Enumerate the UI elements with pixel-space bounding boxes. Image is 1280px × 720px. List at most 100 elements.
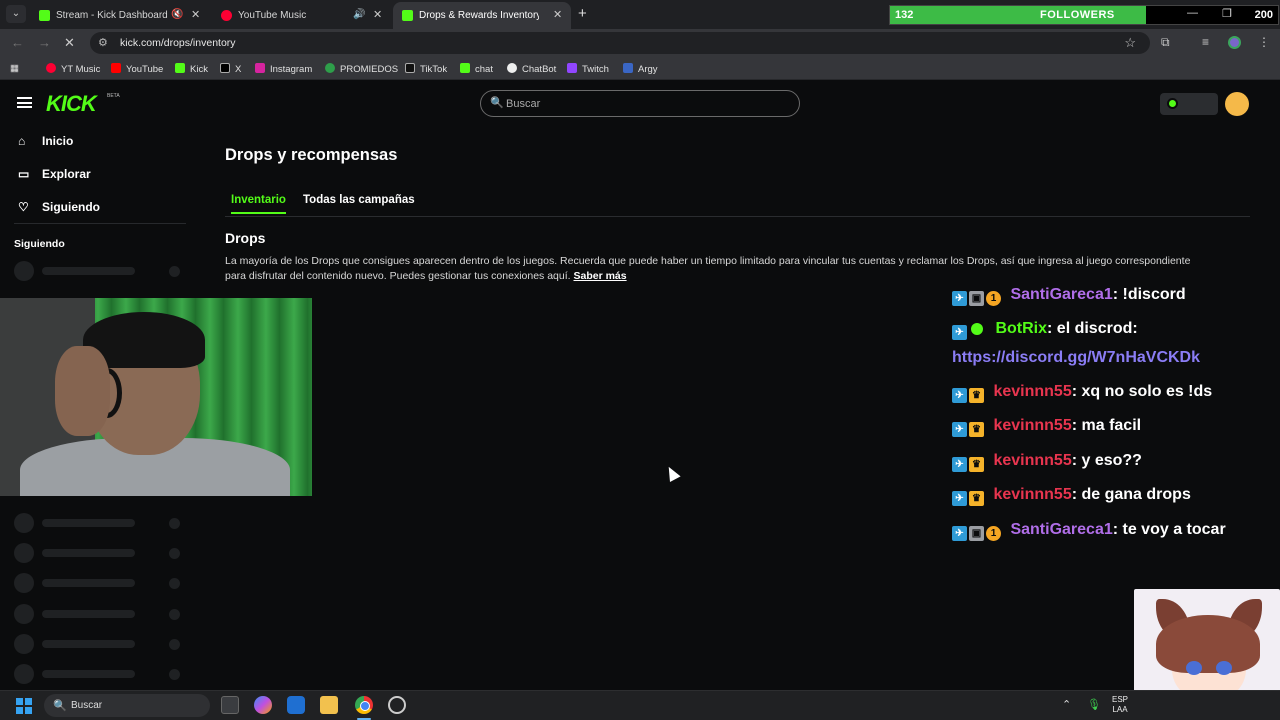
chat-text: : de gana drops — [1071, 486, 1191, 503]
kick-logo[interactable]: KICK — [46, 91, 97, 117]
home-icon: ⌂ — [18, 134, 26, 148]
muted-speaker-icon[interactable]: 🔇 — [171, 9, 183, 20]
bookmark-chat[interactable]: chat — [460, 63, 493, 75]
close-tab-icon[interactable]: ✕ — [553, 8, 562, 21]
bookmark-twitch[interactable]: Twitch — [567, 63, 609, 75]
url-bar[interactable]: ⚙ kick.com/drops/inventory ☆ — [90, 32, 1150, 54]
drops-tabs: Inventario Todas las campañas — [225, 187, 1250, 217]
compass-icon: ▭ — [18, 167, 30, 181]
vtuber-eye — [1216, 661, 1232, 675]
tab-drops-inventory[interactable]: Drops & Rewards Inventory - K ✕ — [393, 2, 571, 29]
channel-skeleton — [14, 543, 184, 563]
bookmark-tiktok[interactable]: TikTok — [405, 63, 447, 75]
chrome-menu-icon[interactable]: ⋮ — [1258, 35, 1270, 49]
bookmark-star-icon[interactable]: ☆ — [1124, 35, 1136, 51]
profile-avatar-icon[interactable] — [1228, 36, 1241, 49]
tab-stream-dashboard[interactable]: Stream - Kick Dashboard 🔇 ✕ — [30, 2, 208, 29]
obs-icon[interactable] — [388, 696, 406, 714]
chat-message: ✈ ▣ 1 SantiGareca1: te voy a tocar — [952, 521, 1226, 541]
bookmark-x[interactable]: X — [220, 63, 241, 75]
page-title: Drops y recompensas — [225, 146, 398, 164]
followers-goal: 200 — [1254, 9, 1273, 21]
youtube-music-icon — [46, 63, 56, 73]
tab-title: Drops & Rewards Inventory - K — [419, 10, 539, 21]
apps-grid-icon[interactable]: ▦ — [10, 63, 19, 74]
bookmark-youtube[interactable]: YouTube — [111, 63, 163, 75]
task-view-icon[interactable] — [221, 696, 239, 714]
search-input[interactable]: 🔍 Buscar — [480, 90, 800, 117]
crown-badge-icon: ♛ — [969, 491, 984, 506]
sidebar-item-inicio[interactable]: ⌂ Inicio — [18, 134, 73, 148]
tab-youtube-music[interactable]: YouTube Music 🔊 ✕ — [212, 2, 390, 29]
channel-skeleton — [14, 664, 184, 684]
bookmark-argy[interactable]: Argy — [623, 63, 658, 75]
search-placeholder: Buscar — [506, 98, 541, 110]
chat-link[interactable]: https://discord.gg/W7nHaVCKDk — [952, 349, 1200, 367]
stop-loading-icon[interactable]: ✕ — [64, 35, 75, 51]
channel-skeleton — [14, 261, 184, 281]
minimize-icon[interactable]: — — [1187, 7, 1198, 19]
bookmark-label: YT Music — [61, 64, 101, 75]
tiktok-icon — [405, 63, 415, 73]
chat-overlay: ✈ ▣ 1 SantiGareca1: !discord ✈ BotRix: el … — [950, 268, 1280, 548]
keyboard-language-indicator[interactable]: ESP LAA — [1112, 695, 1128, 715]
mail-icon[interactable] — [287, 696, 305, 714]
bookmark-label: X — [235, 64, 242, 75]
speaker-icon[interactable]: 🔊 — [353, 9, 365, 20]
pin-badge-icon: ✈ — [952, 491, 967, 506]
crown-badge-icon: ♛ — [969, 422, 984, 437]
followers-current: 132 — [895, 9, 914, 21]
bookmark-promiedos[interactable]: PROMIEDOS — [325, 63, 398, 75]
tab-title: Stream - Kick Dashboard — [56, 10, 168, 21]
close-tab-icon[interactable]: ✕ — [373, 8, 382, 21]
search-icon: 🔍 — [53, 700, 67, 712]
tab-search-button[interactable]: ⌄ — [6, 5, 26, 23]
taskbar-search-placeholder: Buscar — [71, 700, 103, 711]
pin-badge-icon: ✈ — [952, 291, 967, 306]
tab-todas-las-campanas[interactable]: Todas las campañas — [303, 194, 415, 206]
file-explorer-icon[interactable] — [320, 696, 338, 714]
new-tab-button[interactable]: + — [578, 5, 587, 22]
chat-text: : te voy a tocar — [1112, 521, 1226, 538]
bookmark-label: Argy — [638, 64, 658, 75]
copilot-icon[interactable] — [254, 696, 272, 714]
avatar[interactable] — [1225, 92, 1249, 116]
tab-inventario[interactable]: Inventario — [231, 194, 286, 214]
verified-badge-icon — [971, 323, 983, 335]
mouse-cursor-icon — [663, 464, 681, 482]
taskbar-search-input[interactable]: 🔍 Buscar — [44, 694, 210, 717]
bookmark-chatbot[interactable]: ChatBot — [507, 63, 556, 75]
pin-badge-icon: ✈ — [952, 457, 967, 472]
channel-skeleton — [14, 634, 184, 654]
learn-more-link[interactable]: Saber más — [573, 270, 626, 282]
forward-arrow-icon[interactable]: → — [38, 35, 51, 50]
close-tab-icon[interactable]: ✕ — [191, 8, 200, 21]
chat-message: ✈ ♛ kevinnn55: y eso?? — [952, 452, 1142, 472]
windows-start-icon[interactable] — [16, 698, 32, 714]
chat-text: : ma facil — [1071, 417, 1142, 434]
extensions-icon[interactable]: ⧉ — [1161, 35, 1170, 50]
chrome-icon[interactable] — [355, 696, 373, 714]
bookmark-label: ChatBot — [522, 64, 557, 75]
back-arrow-icon[interactable]: ← — [11, 35, 24, 50]
bookmark-instagram[interactable]: Instagram — [255, 63, 312, 75]
windows-taskbar: 🔍 Buscar ⌃ 🎙 ESP LAA — [0, 690, 1280, 720]
restore-icon[interactable]: ❐ — [1222, 7, 1232, 20]
microphone-icon[interactable]: 🎙 — [1087, 698, 1101, 711]
chat-message: ✈ ♛ kevinnn55: xq no solo es !ds — [952, 383, 1212, 403]
sub-badge-icon: 1 — [986, 526, 1001, 541]
media-control-icon[interactable]: ≡ — [1202, 35, 1209, 49]
tray-overflow-chevron-icon[interactable]: ⌃ — [1062, 698, 1071, 711]
site-info-icon[interactable]: ⚙ — [98, 36, 108, 49]
creator-dashboard-toggle[interactable] — [1160, 93, 1218, 115]
sidebar-item-siguiendo[interactable]: ♡ Siguiendo — [18, 200, 100, 214]
chat-text: : !discord — [1112, 286, 1186, 303]
bookmarks-bar: ▦ YT Music YouTube Kick X Instagram PROM… — [0, 57, 1280, 80]
youtube-icon — [111, 63, 121, 73]
bookmark-yt-music[interactable]: YT Music — [46, 63, 100, 75]
bookmark-kick[interactable]: Kick — [175, 63, 208, 75]
hamburger-menu-icon[interactable] — [17, 97, 32, 108]
sidebar-item-explorar[interactable]: ▭ Explorar — [18, 167, 91, 181]
chat-message: ✈ BotRix: el discrod: — [952, 320, 1138, 340]
heart-icon: ♡ — [18, 200, 29, 214]
